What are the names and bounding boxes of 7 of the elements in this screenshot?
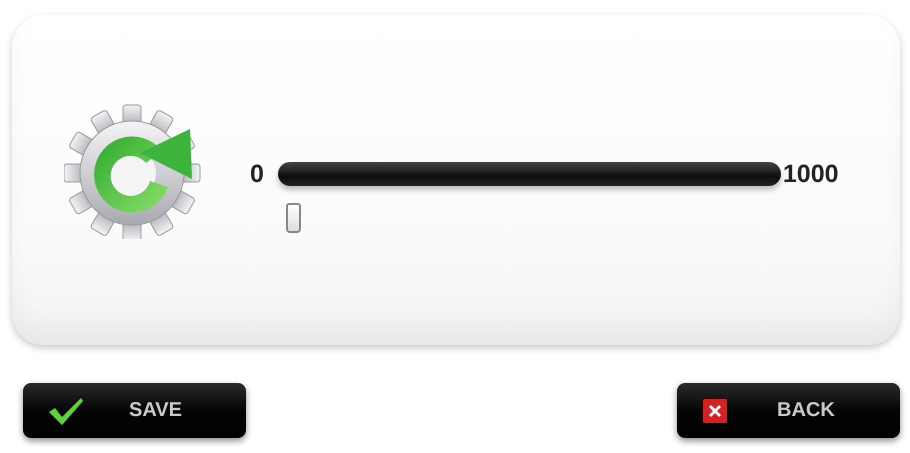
save-button[interactable]: SAVE	[23, 383, 246, 438]
close-icon	[703, 398, 727, 422]
slider-min-label: 0	[250, 160, 264, 188]
slider-thumb[interactable]	[286, 203, 301, 233]
checkmark-icon	[47, 396, 85, 426]
slider-max-label: 1000	[782, 160, 839, 188]
back-button[interactable]: BACK	[677, 383, 900, 438]
